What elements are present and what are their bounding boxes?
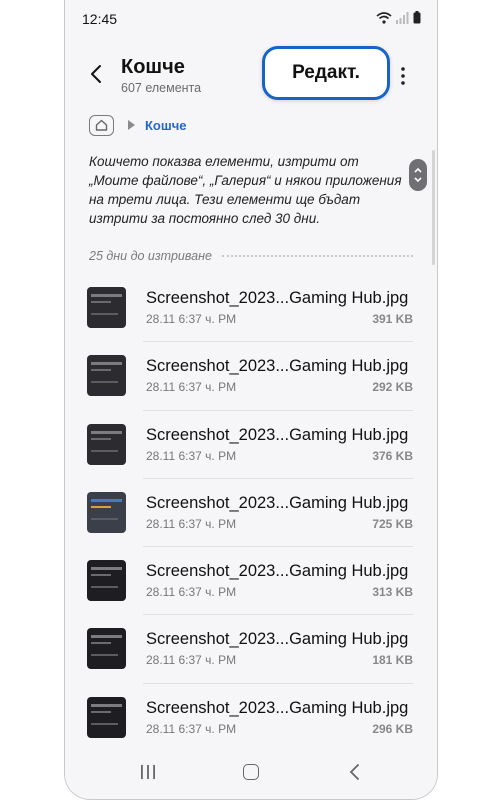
file-name: Screenshot_2023...Gaming Hub.jpg <box>146 425 409 444</box>
fast-scroll-handle[interactable] <box>409 159 427 191</box>
recents-icon[interactable] <box>140 764 156 780</box>
file-date: 28.11 6:37 ч. PM <box>146 380 237 395</box>
navigation-bar <box>65 747 437 799</box>
file-date: 28.11 6:37 ч. PM <box>146 653 237 668</box>
list-item[interactable]: Screenshot_2023...Gaming Hub.jpg 28.11 6… <box>65 684 437 753</box>
file-thumbnail <box>87 355 126 397</box>
file-list: Screenshot_2023...Gaming Hub.jpg 28.11 6… <box>65 274 437 753</box>
status-icons <box>376 11 421 24</box>
page-title: Кошче <box>121 56 185 78</box>
signal-icon <box>396 11 409 24</box>
file-size: 313 KB <box>372 585 413 600</box>
breadcrumb: Кошче <box>89 113 187 137</box>
file-name: Screenshot_2023...Gaming Hub.jpg <box>146 357 409 376</box>
file-thumbnail <box>87 287 126 328</box>
file-name: Screenshot_2023...Gaming Hub.jpg <box>146 630 409 649</box>
list-item[interactable]: Screenshot_2023...Gaming Hub.jpg 28.11 6… <box>65 547 437 616</box>
file-date: 28.11 6:37 ч. PM <box>146 448 237 463</box>
scrollbar[interactable] <box>432 150 435 265</box>
edit-button[interactable]: Редакт. <box>262 46 390 100</box>
list-item[interactable]: Screenshot_2023...Gaming Hub.jpg 28.11 6… <box>65 274 437 343</box>
file-name: Screenshot_2023...Gaming Hub.jpg <box>146 698 409 717</box>
file-thumbnail <box>87 423 126 465</box>
list-item[interactable]: Screenshot_2023...Gaming Hub.jpg 28.11 6… <box>65 342 437 411</box>
file-name: Screenshot_2023...Gaming Hub.jpg <box>146 562 409 581</box>
file-size: 725 KB <box>372 516 413 531</box>
file-size: 296 KB <box>372 721 413 736</box>
breadcrumb-arrow-icon <box>128 120 135 130</box>
wifi-icon <box>376 11 392 24</box>
back-nav-icon[interactable] <box>348 763 362 781</box>
back-arrow-icon[interactable] <box>85 62 109 86</box>
file-size: 391 KB <box>372 312 413 326</box>
header: Кошче 607 елемента Редакт. <box>65 44 437 104</box>
file-size: 181 KB <box>372 653 413 668</box>
more-vertical-icon[interactable] <box>397 64 409 88</box>
list-item[interactable]: Screenshot_2023...Gaming Hub.jpg 28.11 6… <box>65 411 437 479</box>
section-divider <box>221 255 413 257</box>
file-date: 28.11 6:37 ч. PM <box>146 585 237 600</box>
home-breadcrumb-button[interactable] <box>89 114 114 136</box>
trash-info-text: Кошчето показва елементи, изтрити от „Мо… <box>89 154 402 226</box>
file-date: 28.11 6:37 ч. PM <box>146 312 237 326</box>
file-thumbnail <box>87 628 126 670</box>
file-date: 28.11 6:37 ч. PM <box>146 516 237 531</box>
file-thumbnail <box>87 696 126 738</box>
status-bar: 12:45 <box>65 0 437 36</box>
list-item[interactable]: Screenshot_2023...Gaming Hub.jpg 28.11 6… <box>65 615 437 684</box>
section-header: 25 дни до изтриване <box>89 249 413 263</box>
home-button-icon[interactable] <box>243 764 259 780</box>
file-name: Screenshot_2023...Gaming Hub.jpg <box>146 289 409 307</box>
phone-screen: 12:45 Кошче 607 елемента Редакт. Кошче К… <box>64 0 438 800</box>
section-label: 25 дни до изтриване <box>89 249 212 263</box>
breadcrumb-current[interactable]: Кошче <box>145 118 187 133</box>
file-size: 376 KB <box>372 448 413 463</box>
item-count: 607 елемента <box>121 81 202 95</box>
file-thumbnail <box>87 491 126 533</box>
home-icon <box>95 119 108 131</box>
list-item[interactable]: Screenshot_2023...Gaming Hub.jpg 28.11 6… <box>65 479 437 548</box>
file-thumbnail <box>87 560 126 602</box>
scroll-arrows-icon <box>414 167 422 183</box>
file-name: Screenshot_2023...Gaming Hub.jpg <box>146 493 409 512</box>
file-size: 292 KB <box>372 380 413 395</box>
file-date: 28.11 6:37 ч. PM <box>146 721 237 736</box>
battery-icon <box>413 11 421 24</box>
status-time: 12:45 <box>82 11 118 27</box>
